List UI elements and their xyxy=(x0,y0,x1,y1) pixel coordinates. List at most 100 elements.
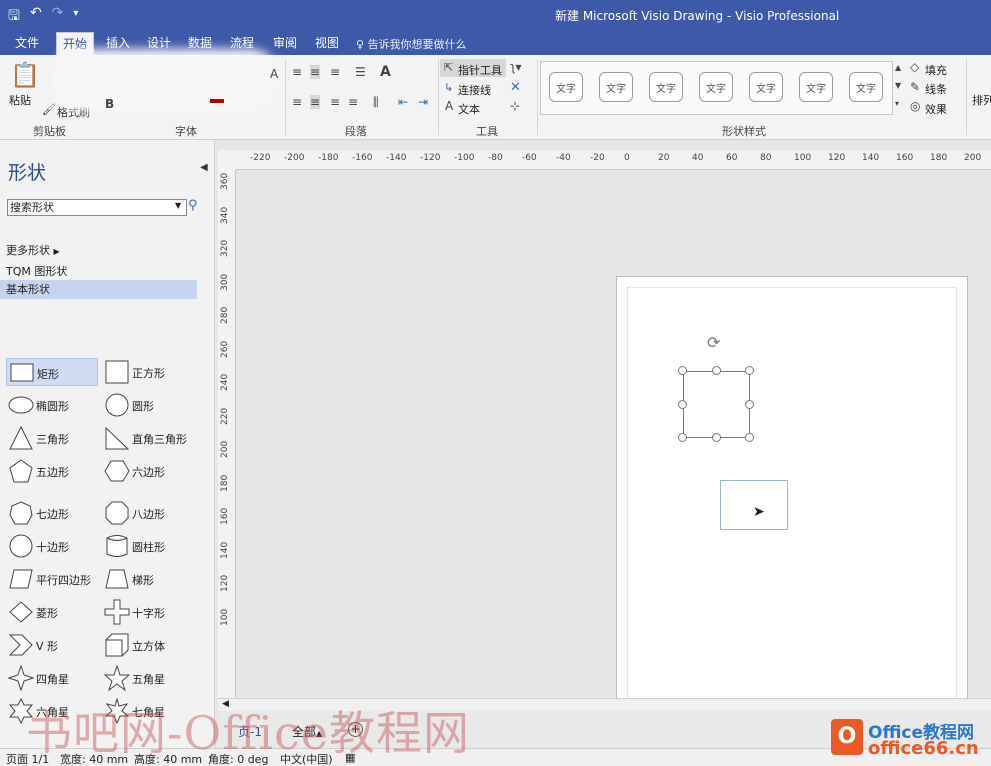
tab-review[interactable]: 审阅 xyxy=(273,34,297,51)
align-middle-icon[interactable]: ≡ xyxy=(310,65,321,79)
paste-icon[interactable]: 📋 xyxy=(10,61,40,89)
line-icon[interactable]: ✎ xyxy=(910,80,920,94)
format-painter-button[interactable]: 格式刷 xyxy=(57,104,90,120)
effect-icon[interactable]: ◎ xyxy=(910,99,920,113)
tab-insert[interactable]: 插入 xyxy=(106,34,130,51)
gallery-scroll-down-icon[interactable]: ▼ xyxy=(895,81,901,90)
search-shapes-input[interactable]: 搜索形状 xyxy=(7,199,187,216)
increase-indent-icon[interactable]: ⇥ xyxy=(418,95,428,109)
resize-handle[interactable] xyxy=(745,400,754,409)
tab-data[interactable]: 数据 xyxy=(188,34,212,51)
shape-item[interactable]: 矩形 xyxy=(6,358,98,386)
shape-style-5[interactable]: 文字 xyxy=(749,72,783,102)
resize-handle[interactable] xyxy=(678,433,687,442)
connection-point-icon[interactable]: ⊹ xyxy=(510,99,520,113)
resize-handle[interactable] xyxy=(745,433,754,442)
gallery-scroll-up-icon[interactable]: ▲ xyxy=(895,63,901,72)
shape-item[interactable]: 五角星 xyxy=(102,664,194,692)
resize-handle[interactable] xyxy=(712,366,721,375)
stencil-tqm[interactable]: TQM 图形状 xyxy=(6,263,67,279)
ruler-tick-label: -160 xyxy=(352,153,373,163)
shape-item[interactable]: 八边形 xyxy=(102,499,194,527)
shape-item[interactable]: 直角三角形 xyxy=(102,424,194,452)
save-icon[interactable]: 🖫 xyxy=(8,5,20,29)
align-top-icon[interactable]: ≡ xyxy=(292,65,302,79)
drawing-canvas[interactable]: ⟳ ➤ xyxy=(236,170,991,698)
resize-handle[interactable] xyxy=(745,366,754,375)
delete-connector-icon[interactable]: ✕ xyxy=(510,80,521,95)
redo-icon[interactable]: ↷ xyxy=(52,5,64,29)
resize-handle[interactable] xyxy=(678,366,687,375)
format-painter-icon[interactable]: 🖌 xyxy=(42,103,56,116)
paste-button[interactable]: 粘贴 xyxy=(9,92,31,108)
pointer-icon[interactable]: ⇱ xyxy=(444,61,453,74)
line-button[interactable]: 线条 xyxy=(925,81,947,97)
tab-file[interactable]: 文件 xyxy=(15,34,39,51)
selected-square-shape[interactable] xyxy=(683,371,750,438)
shape-item[interactable]: 三角形 xyxy=(6,424,98,452)
tab-design[interactable]: 设计 xyxy=(147,34,171,51)
customize-qat-icon[interactable]: ▾ xyxy=(73,8,78,29)
shape-style-1[interactable]: 文字 xyxy=(549,72,583,102)
rotate-handle-icon[interactable]: ⟳ xyxy=(707,333,720,352)
text-size-icon[interactable]: A xyxy=(380,64,391,80)
resize-handle[interactable] xyxy=(678,400,687,409)
justify-icon[interactable]: ≡ xyxy=(348,95,358,109)
shape-item[interactable]: 菱形 xyxy=(6,598,98,626)
shape-style-2[interactable]: 文字 xyxy=(599,72,633,102)
bold-icon[interactable]: B xyxy=(105,97,114,111)
connector-icon[interactable]: ↳ xyxy=(444,81,453,94)
shape-item[interactable]: 立方体 xyxy=(102,631,194,659)
shape-item[interactable]: 平行四边形 xyxy=(6,565,98,593)
fill-button[interactable]: 填充 xyxy=(925,62,947,78)
shape-style-7[interactable]: 文字 xyxy=(849,72,883,102)
tab-home[interactable]: 开始 xyxy=(56,32,95,55)
shape-item[interactable]: 圆柱形 xyxy=(102,532,194,560)
connector-button[interactable]: 连接线 xyxy=(458,82,491,98)
shape-item[interactable]: 五边形 xyxy=(6,457,98,485)
arrange-button[interactable]: 排列 xyxy=(972,92,991,108)
freeform-icon[interactable]: ʅ▾ xyxy=(510,60,522,74)
shape-item[interactable]: V 形 xyxy=(6,631,98,659)
shape-item[interactable]: 四角星 xyxy=(6,664,98,692)
search-dropdown-icon[interactable]: ▼ xyxy=(175,201,181,210)
text-tool-button[interactable]: 文本 xyxy=(458,101,480,117)
shape-item-label: 立方体 xyxy=(132,640,165,653)
shape-item[interactable]: 十字形 xyxy=(102,598,194,626)
tell-me-box[interactable]: ♀ 告诉我你想要做什么 xyxy=(356,36,467,52)
triangle-icon xyxy=(9,425,33,450)
undo-icon[interactable]: ↶ xyxy=(30,5,42,29)
shape-style-6[interactable]: 文字 xyxy=(799,72,833,102)
fill-icon[interactable]: ◇ xyxy=(910,60,919,74)
decrease-indent-icon[interactable]: ⇤ xyxy=(398,95,408,109)
tab-view[interactable]: 视图 xyxy=(315,34,339,51)
shape-item[interactable]: 圆形 xyxy=(102,391,194,419)
search-icon[interactable]: ⚲ xyxy=(188,198,198,213)
gallery-more-icon[interactable]: ▾ xyxy=(895,99,899,108)
align-right-icon[interactable]: ≡ xyxy=(330,95,340,109)
shape-item[interactable]: 七边形 xyxy=(6,499,98,527)
shape-item[interactable]: 十边形 xyxy=(6,532,98,560)
shape-item[interactable]: 梯形 xyxy=(102,565,194,593)
font-color-icon[interactable] xyxy=(210,99,224,103)
effect-button[interactable]: 效果 xyxy=(925,101,947,117)
pointer-tool-button[interactable]: 指针工具 xyxy=(458,62,502,78)
text-direction-icon[interactable]: ⫼ xyxy=(373,95,379,110)
shape-item[interactable]: 正方形 xyxy=(102,358,194,386)
bullets-icon[interactable]: ☰ xyxy=(355,65,366,79)
collapse-panel-icon[interactable]: ◀ xyxy=(200,162,208,173)
stencil-basic-shapes[interactable]: 基本形状 xyxy=(0,280,197,299)
tab-process[interactable]: 流程 xyxy=(230,34,254,51)
shape-item[interactable]: 椭圆形 xyxy=(6,391,98,419)
align-left-icon[interactable]: ≡ xyxy=(292,95,302,109)
shape-style-3[interactable]: 文字 xyxy=(649,72,683,102)
shape-style-4[interactable]: 文字 xyxy=(699,72,733,102)
text-tool-icon[interactable]: A xyxy=(445,99,453,113)
shape-item[interactable]: 六边形 xyxy=(102,457,194,485)
align-bottom-icon[interactable]: ≡ xyxy=(330,65,340,79)
font-size-icon[interactable]: A xyxy=(270,67,278,81)
more-shapes-menu[interactable]: 更多形状 ▶ xyxy=(6,242,60,258)
align-center-icon[interactable]: ≡ xyxy=(310,95,321,109)
drawing-page[interactable] xyxy=(616,276,968,698)
resize-handle[interactable] xyxy=(712,433,721,442)
